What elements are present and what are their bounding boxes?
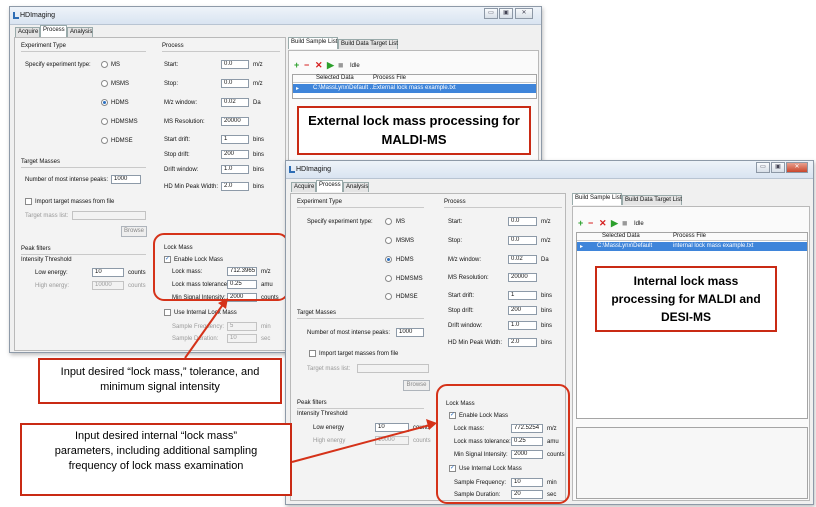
callout-arrows [184,298,437,463]
arrow-line-2 [291,424,431,463]
arrow-head-1 [218,298,228,309]
arrow-head-2 [426,419,437,430]
arrow-line-1 [184,302,225,359]
